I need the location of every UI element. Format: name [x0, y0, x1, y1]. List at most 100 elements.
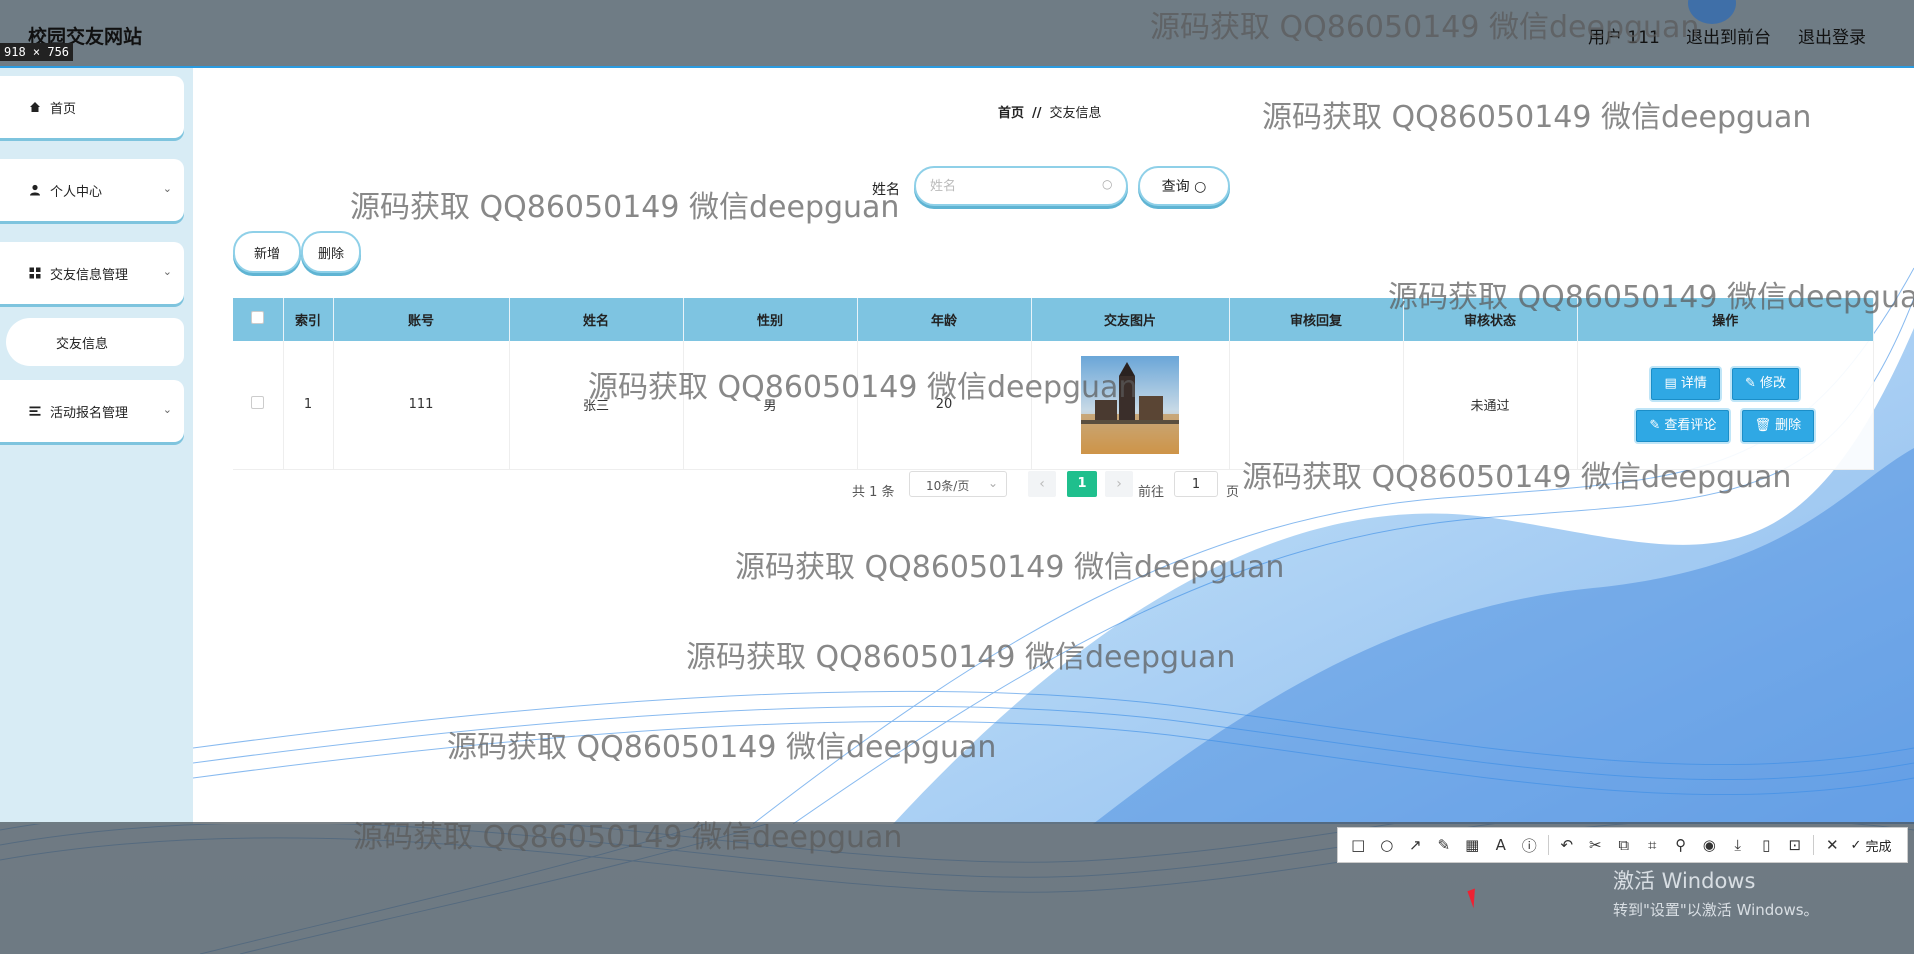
done-button[interactable]: ✓ 完成	[1851, 836, 1892, 855]
scan-icon[interactable]: ⌗	[1638, 831, 1667, 859]
cell-operations: ▤ 详情 ✎ 修改 ✎ 查看评论 🗑 删除	[1577, 341, 1874, 470]
goto-page-input[interactable]	[1174, 471, 1218, 497]
chevron-down-icon: ⌄	[162, 182, 172, 195]
sidebar-subitem-friend-info[interactable]: 交友信息	[6, 318, 184, 366]
detail-button[interactable]: ▤ 详情	[1651, 367, 1720, 400]
breadcrumb-current: 交友信息	[1049, 106, 1102, 121]
document-icon: ▤	[1664, 375, 1681, 391]
column-header: 索引	[283, 298, 334, 341]
home-icon	[28, 100, 42, 114]
view-comments-button-label: 查看评论	[1664, 417, 1717, 433]
capture-region: 首页 个人中心 ⌄ 交友信息管理 ⌄ 交友信息 活动报名管理 ⌄ 首页 // 交…	[0, 66, 1914, 824]
current-user-label: 用户 111	[1588, 28, 1660, 48]
undo-icon[interactable]: ↶	[1553, 831, 1582, 859]
top-bar: 校园交友网站 用户 111 退出到前台 退出登录	[0, 0, 1914, 67]
cell-photo	[1031, 341, 1230, 470]
column-header: 审核回复	[1229, 298, 1404, 341]
column-header: 性别	[683, 298, 858, 341]
number-icon[interactable]: ⓘ	[1515, 831, 1544, 859]
row-select-cell[interactable]	[233, 341, 284, 470]
toolbar-divider	[1813, 835, 1814, 855]
breadcrumb-separator: //	[1032, 106, 1042, 121]
main-content: 首页 // 交友信息 姓名 ○ 查询 ○ 新增 删除 索引 账号 姓名 性别 年龄 …	[193, 68, 1914, 824]
chevron-down-icon: ⌄	[987, 476, 998, 490]
breadcrumb-home[interactable]: 首页	[998, 106, 1024, 121]
decorative-waves	[193, 267, 1914, 824]
pagination-total: 共 1 条	[852, 485, 895, 500]
prev-page-button[interactable]: ‹	[1028, 471, 1056, 497]
pen-icon[interactable]: ✎	[1430, 831, 1459, 859]
search-name-input[interactable]	[914, 166, 1128, 206]
windows-activation-notice: 激活 Windows 转到"设置"以激活 Windows。	[1613, 865, 1819, 920]
query-button-label: 查询	[1161, 179, 1190, 195]
batch-delete-button[interactable]: 删除	[301, 231, 361, 273]
logout-link[interactable]: 退出登录	[1798, 23, 1866, 48]
close-icon[interactable]: ✕	[1818, 831, 1847, 859]
current-page-button[interactable]: 1	[1067, 471, 1097, 497]
sidebar: 首页 个人中心 ⌄ 交友信息管理 ⌄ 交友信息 活动报名管理 ⌄	[0, 68, 193, 824]
sidebar-item-activity-signup-mgmt[interactable]: 活动报名管理 ⌄	[0, 380, 184, 442]
column-header: 交友图片	[1031, 298, 1230, 341]
delete-row-button[interactable]: 🗑 删除	[1741, 409, 1815, 442]
capture-size-badge: 918 × 756	[0, 43, 74, 61]
sidebar-subitem-label: 交友信息	[56, 336, 109, 352]
column-header: 操作	[1577, 298, 1874, 341]
column-header: 年龄	[857, 298, 1032, 341]
sidebar-item-home[interactable]: 首页	[0, 76, 184, 138]
breadcrumb: 首页 // 交友信息	[998, 102, 1102, 121]
list-icon	[28, 404, 42, 418]
cell-audit-status: 未通过	[1403, 341, 1578, 470]
detail-button-label: 详情	[1680, 375, 1707, 391]
bookmark-icon[interactable]: ⊡	[1781, 831, 1810, 859]
user-icon	[28, 183, 42, 197]
text-icon[interactable]: A	[1487, 831, 1516, 859]
chevron-down-icon: ⌄	[162, 403, 172, 416]
exit-to-front-link[interactable]: 退出到前台	[1686, 23, 1771, 48]
chevron-right-icon: ›	[1116, 476, 1122, 492]
cell-account: 111	[333, 341, 510, 470]
rectangle-icon[interactable]: □	[1344, 831, 1373, 859]
phone-icon[interactable]: ▯	[1752, 831, 1781, 859]
done-button-label: 完成	[1865, 839, 1892, 855]
cell-audit-reply	[1229, 341, 1404, 470]
edit-button-label: 修改	[1760, 375, 1787, 391]
check-icon: ✓	[1850, 837, 1866, 853]
search-name-label: 姓名	[872, 182, 900, 198]
pencil-icon: ✎	[1649, 417, 1665, 433]
row-checkbox[interactable]	[251, 396, 265, 410]
pin-icon[interactable]: ⚲	[1667, 831, 1696, 859]
delete-row-button-label: 删除	[1775, 417, 1802, 433]
query-button[interactable]: 查询 ○	[1138, 166, 1230, 206]
search-icon: ○	[1194, 179, 1207, 195]
record-icon[interactable]: ◉	[1695, 831, 1724, 859]
cut-icon[interactable]: ✂	[1581, 831, 1610, 859]
pencil-icon: ✎	[1745, 375, 1761, 391]
avatar[interactable]	[1688, 0, 1736, 24]
next-page-button[interactable]: ›	[1105, 471, 1133, 497]
goto-prefix: 前往	[1138, 485, 1165, 500]
arrow-icon[interactable]: ↗	[1401, 831, 1430, 859]
table-header-row: 索引 账号 姓名 性别 年龄 交友图片 审核回复 审核状态 操作	[233, 298, 1874, 341]
view-comments-button[interactable]: ✎ 查看评论	[1636, 409, 1730, 442]
cell-name: 张三	[509, 341, 684, 470]
cell-age: 20	[857, 341, 1032, 470]
mosaic-icon[interactable]: ▦	[1458, 831, 1487, 859]
cell-index: 1	[283, 341, 334, 470]
edit-button[interactable]: ✎ 修改	[1732, 367, 1800, 400]
select-all-checkbox[interactable]	[251, 311, 265, 324]
page-size-select[interactable]: 10条/页 ⌄	[909, 471, 1007, 497]
ellipse-icon[interactable]: ○	[1373, 831, 1402, 859]
toolbar-divider	[1547, 835, 1549, 855]
select-all-cell[interactable]	[233, 298, 284, 341]
cell-gender: 男	[683, 341, 858, 470]
translate-icon[interactable]: ⧉	[1610, 831, 1639, 859]
add-button[interactable]: 新增	[233, 231, 301, 273]
screenshot-toolbar: □ ○ ↗ ✎ ▦ A ⓘ ↶ ✂ ⧉ ⌗ ⚲ ◉ ⤓ ▯ ⊡ ✕ ✓ 完成	[1337, 827, 1908, 863]
sidebar-item-friend-info-mgmt[interactable]: 交友信息管理 ⌄	[0, 242, 184, 304]
friend-photo[interactable]	[1081, 355, 1179, 454]
sidebar-item-label: 首页	[50, 101, 77, 117]
sidebar-item-personal-center[interactable]: 个人中心 ⌄	[0, 159, 184, 221]
column-header: 姓名	[509, 298, 684, 341]
chevron-down-icon: ⌄	[162, 265, 172, 278]
download-icon[interactable]: ⤓	[1724, 831, 1753, 859]
